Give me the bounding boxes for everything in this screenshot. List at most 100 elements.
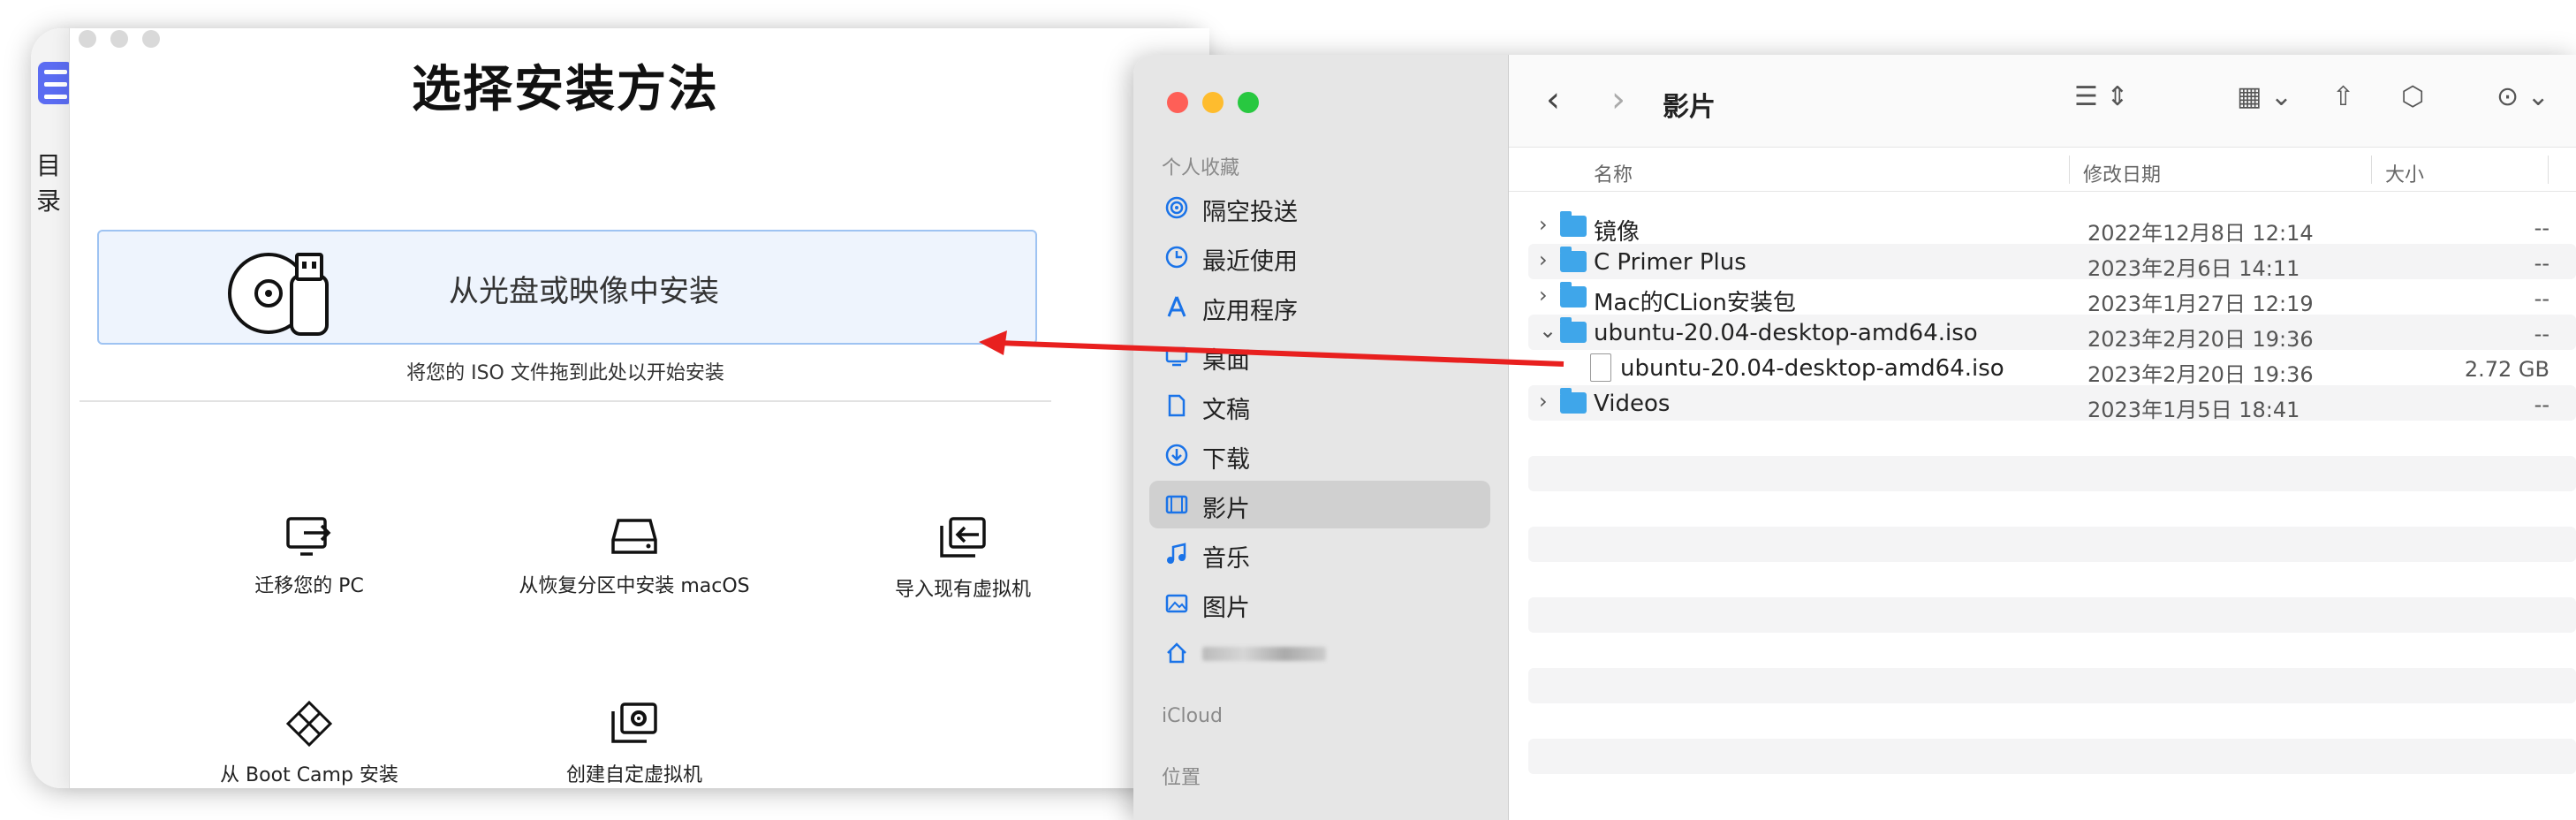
install-from-recovery-label: 从恢复分区中安装 macOS [519,575,750,597]
import-vm-icon [940,517,986,558]
file-size: -- [2534,251,2549,276]
airdrop-icon [1165,196,1188,219]
file-name: C Primer Plus [1594,249,1746,276]
empty-row [1528,597,2576,633]
sidebar-item-recents[interactable]: 最近使用 [1149,233,1490,281]
more-actions-icon[interactable]: ⊙ ⌄ [2496,81,2549,112]
custom-vm-option[interactable]: 创建自定虚拟机 [546,701,723,787]
custom-vm-label: 创建自定虚拟机 [565,764,702,786]
sidebar-item-airdrop[interactable]: 隔空投送 [1149,184,1490,232]
forward-button[interactable]: › [1611,80,1625,120]
column-name[interactable]: 名称 [1594,159,1633,187]
table-row[interactable]: › Mac的CLion安装包 2023年1月27日 12:19 -- [1528,279,2576,316]
disclosure-chevron-icon[interactable]: › [1539,283,1548,308]
sidebar-item-label: 图片 [1202,595,1250,622]
applications-icon [1167,296,1186,317]
modified-date: 2023年2月6日 14:11 [2087,256,2300,281]
sidebar-item-movies[interactable]: 影片 [1149,481,1490,528]
finder-content: ‹ › 影片 ☰ ⇕ ▦ ⌄ ⇧ ⬡ ⊙ ⌄ 名称 修改日期 大小 › 镜像 2… [1509,55,2576,820]
sidebar-item-pictures[interactable]: 图片 [1149,580,1490,627]
file-size: -- [2534,286,2549,311]
finder-sidebar: 个人收藏 隔空投送 最近使用 应用程序 桌面 文稿 下载 影片 音乐 图片 iC… [1133,55,1509,820]
sidebar-item-label: 最近使用 [1202,248,1298,276]
sidebar-item-applications[interactable]: 应用程序 [1149,283,1490,330]
modified-date: 2023年1月5日 18:41 [2087,398,2300,422]
column-divider[interactable] [2069,156,2070,184]
modified-date: 2023年2月20日 19:36 [2087,327,2314,352]
table-row[interactable]: › Videos 2023年1月5日 18:41 -- [1528,385,2576,422]
empty-row [1528,456,2576,491]
icloud-heading: iCloud [1162,705,1223,727]
zoom-button[interactable] [1238,92,1259,113]
favorites-heading: 个人收藏 [1162,157,1240,179]
dialog-title: 选择安装方法 [412,61,719,118]
file-size: 2.72 GB [2464,357,2549,382]
file-size: -- [2534,322,2549,346]
migrate-pc-icon [286,517,331,556]
column-modified[interactable]: 修改日期 [2083,159,2161,187]
window-controls-inactive[interactable] [79,30,174,51]
sidebar-item-downloads[interactable]: 下载 [1149,431,1490,479]
table-row[interactable]: ubuntu-20.04-desktop-amd64.iso 2023年2月20… [1528,350,2576,387]
install-method-dialog [69,28,1209,788]
tag-icon[interactable]: ⬡ [2401,81,2424,112]
folder-icon [1560,211,1587,237]
bootcamp-option[interactable]: 从 Boot Camp 安装 [212,701,406,787]
disclosure-chevron-icon[interactable]: › [1539,212,1548,237]
finder-toolbar: ‹ › 影片 ☰ ⇕ ▦ ⌄ ⇧ ⬡ ⊙ ⌄ [1509,55,2576,148]
close-button[interactable] [79,30,96,48]
sidebar-item-home[interactable] [1149,629,1490,677]
back-button[interactable]: ‹ [1546,80,1560,120]
migrate-pc-option[interactable]: 迁移您的 PC [221,515,398,598]
film-icon [1165,495,1188,514]
minimize-button[interactable] [110,30,128,48]
background-app-sidebar: 目录 [31,28,73,788]
minimize-button[interactable] [1202,92,1224,113]
bootcamp-label: 从 Boot Camp 安装 [220,764,398,786]
home-icon [1167,642,1186,664]
column-header: 名称 修改日期 大小 [1509,148,2576,192]
import-vm-option[interactable]: 导入现有虚拟机 [875,515,1051,602]
install-from-image-label[interactable]: 从光盘或映像中安装 [449,267,719,310]
table-row[interactable]: › 镜像 2022年12月8日 12:14 -- [1528,209,2576,246]
music-icon [1167,543,1186,564]
sidebar-item-label: 音乐 [1202,545,1250,573]
disc-usb-icon [226,249,336,341]
folder-icon [1560,247,1587,272]
table-row[interactable]: › C Primer Plus 2023年2月6日 14:11 -- [1528,244,2576,281]
modified-date: 2022年12月8日 12:14 [2087,221,2314,246]
migrate-pc-label: 迁移您的 PC [254,575,364,597]
empty-row [1528,739,2576,774]
bootcamp-icon [285,701,333,747]
column-divider[interactable] [2548,156,2549,184]
folder-icon [1560,282,1587,308]
custom-vm-icon [611,702,657,743]
sidebar-item-music[interactable]: 音乐 [1149,530,1490,578]
file-name: Videos [1594,391,1671,417]
sidebar-item-label: 隔空投送 [1202,199,1298,226]
modified-date: 2023年2月20日 19:36 [2087,362,2314,387]
sidebar-item-label: 影片 [1202,496,1250,523]
group-by-icon[interactable]: ▦ ⌄ [2237,81,2292,112]
sidebar-item-label: 下载 [1202,446,1250,474]
drop-iso-hint: 将您的 ISO 文件拖到此处以开始安装 [406,362,724,384]
table-row[interactable]: ⌄ ubuntu-20.04-desktop-amd64.iso 2023年2月… [1528,315,2576,352]
column-divider[interactable] [2371,156,2372,184]
disclosure-chevron-icon[interactable]: › [1539,247,1548,272]
zoom-button[interactable] [142,30,160,48]
clock-icon [1165,246,1188,269]
window-title: 影片 [1663,92,1716,123]
close-button[interactable] [1167,92,1188,113]
drag-arrow-icon [979,330,1565,367]
list-view-icon[interactable]: ☰ ⇕ [2074,81,2129,112]
toc-label: 目录 [36,151,62,216]
column-size[interactable]: 大小 [2385,159,2424,187]
file-name: ubuntu-20.04-desktop-amd64.iso [1620,355,2004,382]
download-icon [1165,444,1188,467]
file-name: 镜像 [1594,219,1640,246]
share-icon[interactable]: ⇧ [2332,81,2354,112]
iso-file-icon [1590,353,1611,382]
install-from-recovery-option[interactable]: 从恢复分区中安装 macOS [511,515,758,598]
sidebar-item-label: 应用程序 [1202,298,1298,325]
file-size: -- [2534,392,2549,417]
